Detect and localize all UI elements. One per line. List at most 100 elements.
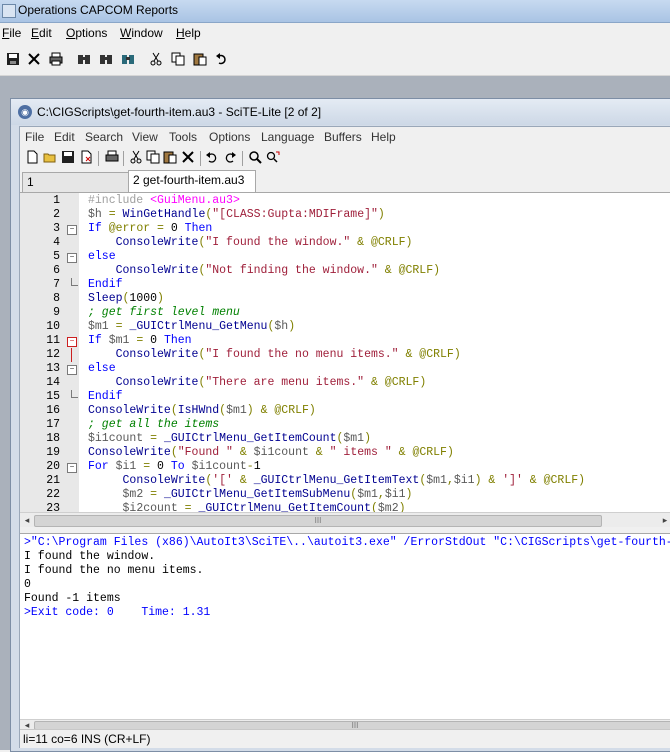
code-editor[interactable]: 1 #include <GuiMenu.au3> 2 $h = WinGetHandl… bbox=[20, 192, 670, 513]
binoculars-icon[interactable] bbox=[98, 52, 114, 68]
code-text: If @error = 0 Then bbox=[88, 222, 213, 235]
code-line[interactable]: 2 $h = WinGetHandle("[CLASS:Gupta:MDIFram… bbox=[20, 208, 670, 222]
code-line[interactable]: 12 ConsoleWrite("I found the no menu ite… bbox=[20, 348, 670, 362]
copy-icon[interactable] bbox=[170, 52, 186, 68]
menu-options[interactable]: Options bbox=[66, 26, 107, 40]
line-number: 4 bbox=[53, 236, 60, 249]
code-line[interactable]: 20− For $i1 = 0 To $i1count-1 bbox=[20, 460, 670, 474]
new-file-icon[interactable] bbox=[24, 150, 40, 166]
delete-icon[interactable] bbox=[180, 150, 196, 166]
line-number: 7 bbox=[53, 278, 60, 291]
buffer-tabs: 1 CheckRecon.au3 2 get-fourth-item.au3 bbox=[20, 170, 670, 208]
binoculars-icon[interactable] bbox=[120, 52, 136, 68]
code-line[interactable]: 22 $m2 = _GUICtrlMenu_GetItemSubMenu($m1… bbox=[20, 488, 670, 502]
undo-icon[interactable] bbox=[204, 150, 220, 166]
code-line[interactable]: 5− else bbox=[20, 250, 670, 264]
save-icon[interactable] bbox=[60, 150, 76, 166]
scite-menu-options[interactable]: Options bbox=[209, 130, 250, 144]
code-text: ; get all the items bbox=[88, 418, 220, 431]
replace-icon[interactable] bbox=[265, 150, 281, 166]
code-text: Endif bbox=[88, 278, 123, 291]
code-text: For $i1 = 0 To $i1count-1 bbox=[88, 460, 261, 473]
scite-menu-view[interactable]: View bbox=[132, 130, 158, 144]
status-text: li=11 co=6 INS (CR+LF) bbox=[23, 732, 151, 746]
scroll-right-icon[interactable]: ▸ bbox=[658, 513, 670, 527]
code-line[interactable]: 3− If @error = 0 Then bbox=[20, 222, 670, 236]
line-number: 15 bbox=[46, 390, 60, 403]
binoculars-icon[interactable] bbox=[76, 52, 92, 68]
code-text: else bbox=[88, 362, 116, 375]
code-text: $i1count = _GUICtrlMenu_GetItemCount($m1… bbox=[88, 432, 371, 445]
scroll-left-icon[interactable]: ◂ bbox=[20, 513, 34, 527]
output-line: Found -1 items bbox=[24, 592, 121, 605]
code-line[interactable]: 10 $m1 = _GUICtrlMenu_GetMenu($h) bbox=[20, 320, 670, 334]
scite-menu-file[interactable]: File bbox=[25, 130, 44, 144]
code-line[interactable]: 11− If $m1 = 0 Then bbox=[20, 334, 670, 348]
code-text: ConsoleWrite("Found " & $i1count & " ite… bbox=[88, 446, 454, 459]
paste-icon[interactable] bbox=[192, 52, 208, 68]
scroll-thumb[interactable]: III bbox=[34, 515, 602, 527]
code-line[interactable]: 17 ; get all the items bbox=[20, 418, 670, 432]
menu-edit[interactable]: Edit bbox=[31, 26, 52, 40]
scite-menu-buffers[interactable]: Buffers bbox=[324, 130, 362, 144]
code-line[interactable]: 1 #include <GuiMenu.au3> bbox=[20, 194, 670, 208]
print-icon[interactable] bbox=[104, 150, 120, 166]
close-file-icon[interactable] bbox=[78, 150, 94, 166]
line-number: 12 bbox=[46, 348, 60, 361]
menu-help[interactable]: Help bbox=[176, 26, 201, 40]
code-line[interactable]: 19 ConsoleWrite("Found " & $i1count & " i… bbox=[20, 446, 670, 460]
save-icon[interactable] bbox=[5, 52, 21, 68]
fold-end-marker bbox=[71, 390, 78, 398]
fold-toggle-icon[interactable]: − bbox=[67, 253, 77, 263]
scite-menu-search[interactable]: Search bbox=[85, 130, 123, 144]
fold-toggle-icon[interactable]: − bbox=[67, 337, 77, 347]
app-title-bar: Operations CAPCOM Reports bbox=[0, 0, 670, 23]
code-line[interactable]: 18 $i1count = _GUICtrlMenu_GetItemCount($… bbox=[20, 432, 670, 446]
fold-end-marker bbox=[71, 278, 78, 286]
code-line[interactable]: 8 Sleep(1000) bbox=[20, 292, 670, 306]
output-pane[interactable]: >"C:\Program Files (x86)\AutoIt3\SciTE\.… bbox=[20, 533, 670, 720]
paste-icon[interactable] bbox=[162, 150, 178, 166]
close-icon[interactable] bbox=[26, 52, 42, 68]
line-number: 5 bbox=[53, 250, 60, 263]
print-icon[interactable] bbox=[48, 52, 64, 68]
code-text: ; get first level menu bbox=[88, 306, 240, 319]
code-line[interactable]: 21 ConsoleWrite('[' & _GUICtrlMenu_GetIt… bbox=[20, 474, 670, 488]
code-text: else bbox=[88, 250, 116, 263]
copy-icon[interactable] bbox=[145, 150, 161, 166]
code-line[interactable]: 16 ConsoleWrite(IsHWnd($m1) & @CRLF) bbox=[20, 404, 670, 418]
editor-horizontal-scrollbar[interactable]: ◂ III ▸ bbox=[20, 512, 670, 527]
menu-window[interactable]: Window bbox=[120, 26, 163, 40]
app-toolbar bbox=[0, 45, 670, 76]
line-number: 8 bbox=[53, 292, 60, 305]
scite-menu-help[interactable]: Help bbox=[371, 130, 396, 144]
tab-checkrecon[interactable]: 1 CheckRecon.au3 bbox=[22, 172, 130, 208]
code-line[interactable]: 9 ; get first level menu bbox=[20, 306, 670, 320]
fold-toggle-icon[interactable]: − bbox=[67, 463, 77, 473]
scite-client: File Edit Search View Tools Options Lang… bbox=[19, 126, 670, 748]
code-line[interactable]: 4 ConsoleWrite("I found the window." & @… bbox=[20, 236, 670, 250]
menu-file[interactable]: File bbox=[2, 26, 21, 40]
tab-get-fourth-item[interactable]: 2 get-fourth-item.au3 bbox=[128, 170, 256, 192]
fold-toggle-icon[interactable]: − bbox=[67, 365, 77, 375]
cut-icon[interactable] bbox=[128, 150, 144, 166]
code-line[interactable]: 7 Endif bbox=[20, 278, 670, 292]
find-icon[interactable] bbox=[247, 150, 263, 166]
redo-icon[interactable] bbox=[222, 150, 238, 166]
scite-menu-edit[interactable]: Edit bbox=[54, 130, 75, 144]
open-folder-icon[interactable] bbox=[42, 150, 58, 166]
app-menu-bar: File Edit Options Window Help bbox=[0, 23, 670, 43]
scite-menu-tools[interactable]: Tools bbox=[169, 130, 197, 144]
code-line[interactable]: 6 ConsoleWrite("Not finding the window."… bbox=[20, 264, 670, 278]
cut-icon[interactable] bbox=[148, 52, 164, 68]
scite-window: ◉ C:\CIGScripts\get-fourth-item.au3 - Sc… bbox=[10, 98, 670, 752]
code-line[interactable]: 14 ConsoleWrite("There are menu items." … bbox=[20, 376, 670, 390]
fold-toggle-icon[interactable]: − bbox=[67, 225, 77, 235]
scite-menu-language[interactable]: Language bbox=[261, 130, 314, 144]
code-text: ConsoleWrite("I found the no menu items.… bbox=[115, 348, 461, 361]
code-line[interactable]: 13− else bbox=[20, 362, 670, 376]
code-line[interactable]: 15 Endif bbox=[20, 390, 670, 404]
line-number: 17 bbox=[46, 418, 60, 431]
scite-menu-bar: File Edit Search View Tools Options Lang… bbox=[20, 127, 670, 147]
undo-icon[interactable] bbox=[214, 52, 230, 68]
